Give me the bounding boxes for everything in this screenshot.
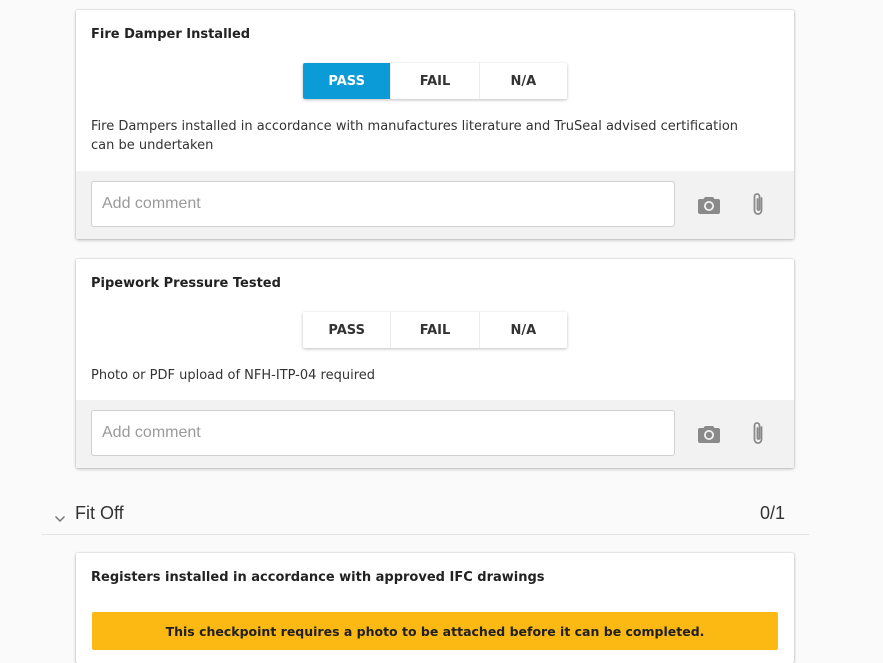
comment-input[interactable] [91,181,675,227]
section-title: Fit Off [75,503,124,523]
result-toggle: PASS FAIL N/A [303,312,567,348]
section-count: 0/1 [759,503,785,523]
checkpoint-description: Photo or PDF upload of NFH-ITP-04 requir… [91,368,376,383]
checkpoint-title: Fire Damper Installed [91,27,251,42]
chevron-down-icon[interactable] [54,508,66,527]
paperclip-icon[interactable] [744,420,772,448]
checkpoint-description: Fire Dampers installed in accordance wit… [91,119,739,153]
checkpoint-card-fire-damper: Fire Damper Installed PASS FAIL N/A Fire… [76,10,794,239]
fail-button[interactable]: FAIL [391,63,480,99]
fail-button[interactable]: FAIL [391,312,480,348]
pass-button[interactable]: PASS [303,312,392,348]
checkpoint-card-pipework: Pipework Pressure Tested PASS FAIL N/A P… [76,259,794,468]
pass-button[interactable]: PASS [303,63,392,99]
camera-icon[interactable] [695,420,723,448]
section-header-fit-off[interactable]: Fit Off 0/1 [42,490,809,535]
paperclip-icon[interactable] [744,191,772,219]
na-button[interactable]: N/A [480,63,567,99]
result-toggle: PASS FAIL N/A [303,63,567,99]
comment-row [76,400,794,468]
comment-row [76,171,794,239]
checkpoint-title: Pipework Pressure Tested [91,276,281,291]
camera-icon[interactable] [695,191,723,219]
checkpoint-card-registers: Registers installed in accordance with a… [76,553,794,663]
na-button[interactable]: N/A [480,312,567,348]
photo-required-warning: This checkpoint requires a photo to be a… [92,612,778,650]
comment-input[interactable] [91,410,675,456]
checkpoint-title: Registers installed in accordance with a… [91,570,545,585]
